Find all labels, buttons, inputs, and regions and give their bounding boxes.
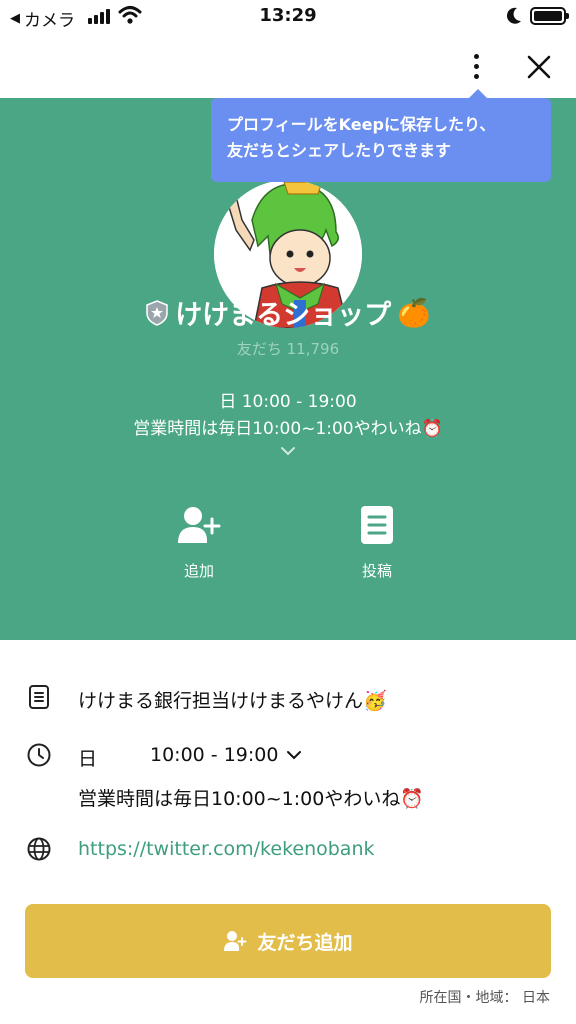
top-navigation-bar: [0, 34, 576, 98]
business-hours-note: 営業時間は毎日10:00~1:00やわいね⏰: [78, 788, 424, 810]
chevron-down-icon: [287, 751, 302, 760]
profile-name-text: けけまるショップ: [175, 300, 392, 331]
region-label: 所在国・地域： 日本: [419, 990, 550, 1006]
status-bar: ◀ カメラ 13:29: [0, 0, 576, 34]
business-hours-range[interactable]: 10:00 - 19:00: [150, 744, 302, 766]
add-friend-button-label: 友だち追加: [257, 931, 353, 954]
clock-time: 13:29: [259, 5, 317, 26]
add-friend-button[interactable]: 友だち追加: [25, 904, 551, 978]
profile-name: けけまるショップ 🍊: [0, 293, 576, 332]
add-user-icon: [224, 931, 247, 951]
hours-range-text: 10:00 - 19:00: [150, 744, 279, 766]
business-day: 日: [78, 748, 98, 770]
add-user-icon: [178, 507, 221, 543]
verified-badge-icon: [146, 299, 168, 326]
hero-hours-line: 日 10:00 - 19:00: [219, 392, 357, 412]
profile-description: けけまる銀行担当けけまるやけん🥳: [78, 690, 387, 712]
tooltip-line-2: 友だちとシェアしたりできます: [227, 141, 452, 160]
posts-action-label: 投稿: [361, 562, 392, 580]
close-icon[interactable]: [522, 50, 556, 84]
do-not-disturb-moon-icon: [506, 7, 521, 24]
globe-icon: [27, 837, 51, 861]
tooltip-line-1: プロフィールをKeepに保存したり、: [227, 115, 496, 134]
expand-chevron-icon[interactable]: [278, 444, 298, 458]
add-action-label: 追加: [183, 562, 214, 580]
profile-header: プロフィールをKeepに保存したり、 友だちとシェアしたりできます けけまるショ…: [0, 89, 576, 640]
add-friend-action[interactable]: 追加: [154, 502, 244, 581]
hero-hours-note: 営業時間は毎日10:00~1:00やわいね⏰: [133, 419, 443, 439]
website-link[interactable]: https://twitter.com/kekenobank: [78, 838, 375, 860]
posts-document-icon: [361, 506, 393, 544]
friends-count: 友だち 11,796: [236, 340, 340, 358]
battery-icon: [530, 7, 569, 25]
keep-save-tooltip[interactable]: プロフィールをKeepに保存したり、 友だちとシェアしたりできます: [211, 89, 551, 182]
clock-icon: [27, 743, 51, 767]
more-options-icon[interactable]: [462, 48, 490, 84]
orange-emoji-icon: 🍊: [397, 297, 431, 329]
note-icon: [29, 685, 49, 709]
posts-action[interactable]: 投稿: [332, 502, 422, 581]
